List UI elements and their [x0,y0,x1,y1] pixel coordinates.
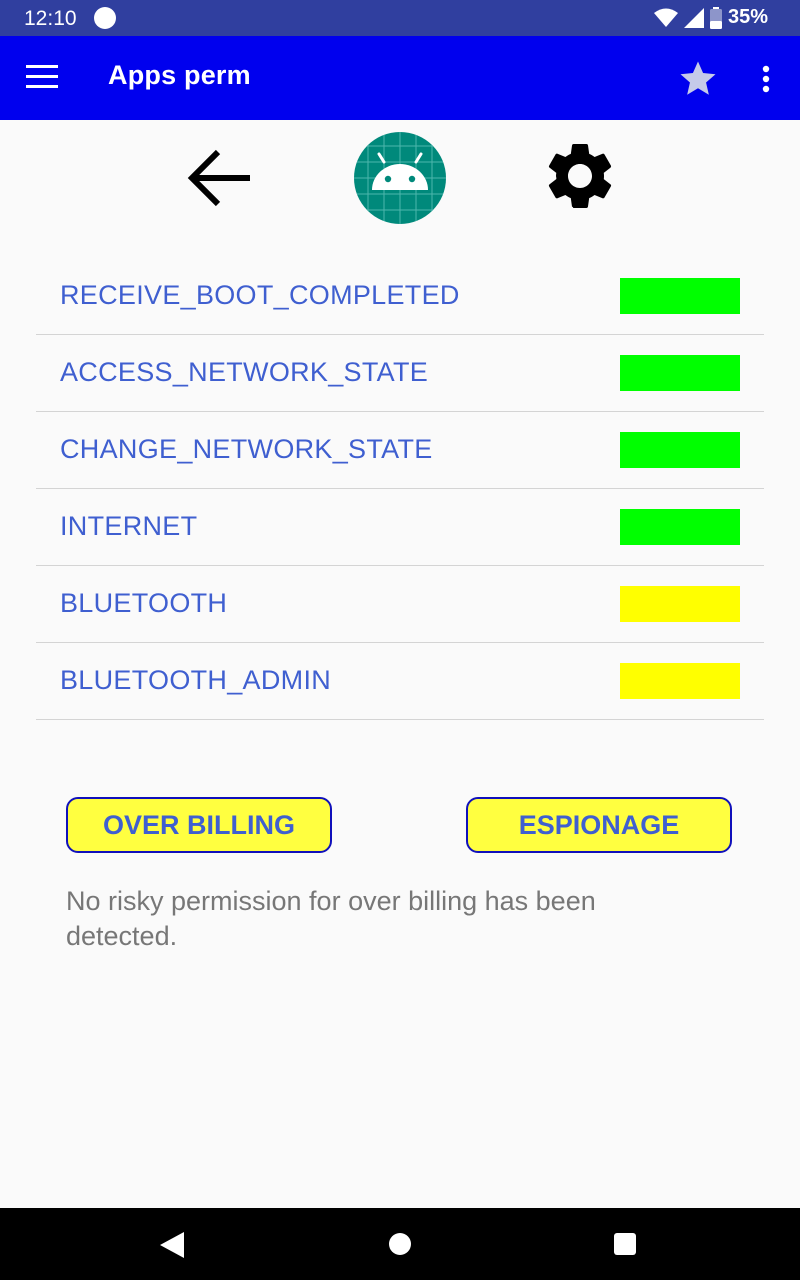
signal-icon [683,7,704,28]
risk-indicator [620,278,740,314]
star-icon[interactable] [676,58,720,100]
wifi-icon [653,8,678,27]
risk-indicator [620,355,740,391]
app-title: Apps perm [108,60,251,90]
permission-name: CHANGE_NETWORK_STATE [60,434,433,464]
battery-percent: 35% [727,6,768,28]
permission-name: BLUETOOTH [60,588,228,618]
permission-name: INTERNET [60,511,198,541]
app-bar: Apps perm [0,36,800,120]
notification-dot-icon [94,7,116,29]
permission-name: ACCESS_NETWORK_STATE [60,357,429,387]
nav-back-icon[interactable] [160,1232,184,1258]
result-message: No risky permission for over billing has… [66,886,596,951]
settings-gear-icon[interactable] [540,136,620,216]
permission-name: BLUETOOTH_ADMIN [60,665,332,695]
espionage-button[interactable]: ESPIONAGE [466,797,732,853]
risk-indicator [620,586,740,622]
battery-icon [709,6,722,29]
android-app-icon[interactable] [354,132,446,224]
permission-row[interactable]: ACCESS_NETWORK_STATE [36,335,764,412]
status-icons: 35% [653,6,768,29]
permission-row[interactable]: CHANGE_NETWORK_STATE [36,412,764,489]
permission-list: RECEIVE_BOOT_COMPLETED ACCESS_NETWORK_ST… [36,258,764,720]
nav-recents-icon[interactable] [614,1233,636,1255]
permission-row[interactable]: RECEIVE_BOOT_COMPLETED [36,258,764,335]
risk-indicator [620,432,740,468]
permission-name: RECEIVE_BOOT_COMPLETED [60,280,460,310]
status-bar: 12:10 35% [0,0,800,36]
permission-row[interactable]: INTERNET [36,489,764,566]
nav-home-icon[interactable] [389,1233,411,1255]
toolbar-icons [0,120,800,240]
over-billing-button[interactable]: OVER BILLING [66,797,332,853]
risk-indicator [620,663,740,699]
more-vert-icon[interactable] [756,64,776,94]
status-time: 12:10 [24,7,77,30]
menu-icon[interactable] [26,65,58,91]
risk-indicator [620,509,740,545]
permission-row[interactable]: BLUETOOTH_ADMIN [36,643,764,720]
permission-row[interactable]: BLUETOOTH [36,566,764,643]
back-arrow-icon[interactable] [186,144,254,212]
navigation-bar [0,1208,800,1280]
